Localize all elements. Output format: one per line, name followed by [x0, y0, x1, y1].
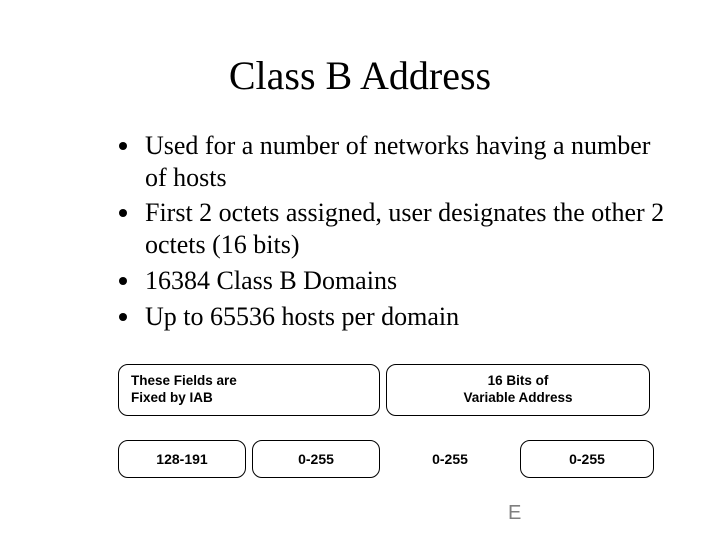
bullet-item: 16384 Class B Domains — [115, 265, 675, 297]
octet-cell: 128-191 — [118, 440, 246, 478]
bullet-item: Up to 65536 hosts per domain — [115, 301, 675, 333]
bullet-item: First 2 octets assigned, user designates… — [115, 197, 675, 260]
variable-fields-label: 16 Bits ofVariable Address — [386, 364, 650, 416]
bullet-list: Used for a number of networks having a n… — [115, 130, 675, 336]
slide: Class B Address Used for a number of net… — [0, 0, 720, 540]
octet-cell: 0-255 — [520, 440, 654, 478]
octet-cell: 0-255 — [252, 440, 380, 478]
footer-mark: E — [508, 502, 522, 525]
field-labels-row: These Fields areFixed by IAB 16 Bits ofV… — [118, 364, 650, 422]
fixed-fields-label: These Fields areFixed by IAB — [118, 364, 380, 416]
octets-row: 128-191 0-255 0-255 0-255 — [118, 440, 654, 478]
slide-title: Class B Address — [0, 52, 720, 99]
octet-cell: 0-255 — [386, 440, 514, 478]
bullet-item: Used for a number of networks having a n… — [115, 130, 675, 193]
